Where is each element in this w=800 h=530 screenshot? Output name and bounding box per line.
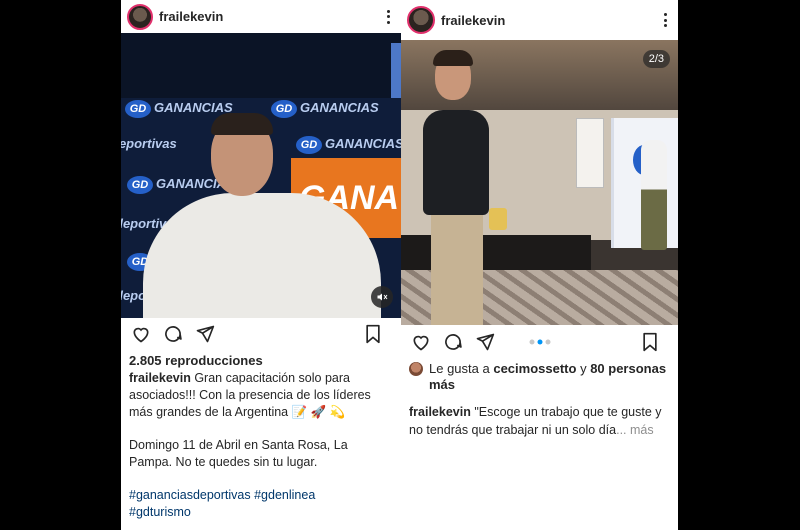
username[interactable]: frailekevin	[159, 9, 223, 24]
more-link[interactable]: ... más	[616, 423, 654, 437]
screen	[576, 118, 604, 188]
post-header: frailekevin	[121, 0, 401, 33]
action-bar	[121, 318, 401, 350]
hashtag-link[interactable]: #gananciasdeportivas	[129, 488, 251, 502]
chair	[489, 208, 507, 230]
action-bar	[401, 325, 678, 359]
carousel-dot-active	[537, 339, 542, 345]
heart-icon[interactable]	[409, 330, 433, 354]
hashtag-link[interactable]: #gdenlinea	[254, 488, 315, 502]
avatar[interactable]	[407, 6, 435, 34]
slide-counter: 2/3	[642, 50, 670, 68]
liked-user[interactable]: cecimossetto	[493, 361, 576, 376]
comment-icon[interactable]	[441, 330, 465, 354]
speaker-body	[143, 193, 381, 318]
share-icon[interactable]	[473, 330, 497, 354]
caption-username[interactable]: frailekevin	[409, 405, 471, 419]
comment-icon[interactable]	[161, 322, 185, 346]
attendee	[641, 140, 667, 250]
carousel-dot	[529, 339, 534, 345]
liked-avatar	[409, 362, 423, 376]
liked-text: Le gusta a cecimossetto y 80 personas má…	[429, 361, 667, 392]
post-video[interactable]: GDGANANCIAS GDGANANCIAS deportivas GDGAN…	[121, 33, 401, 318]
caption-text-2: Domingo 11 de Abril en Santa Rosa, La Pa…	[129, 438, 348, 469]
bookmark-icon[interactable]	[361, 322, 385, 346]
avatar[interactable]	[127, 3, 153, 30]
more-options-icon[interactable]	[662, 13, 668, 27]
post-left: frailekevin GDGANANCIAS GDGANANCIAS depo…	[121, 0, 401, 530]
caption-username[interactable]: frailekevin	[129, 371, 191, 385]
speaker-hair	[211, 113, 273, 135]
view-count[interactable]: 2.805 reproducciones	[121, 350, 401, 368]
post-right: frailekevin 2/3 Le gusta a cecimossetto …	[401, 0, 678, 530]
liked-by[interactable]: Le gusta a cecimossetto y 80 personas má…	[401, 359, 678, 393]
bookmark-icon[interactable]	[638, 330, 662, 354]
share-icon[interactable]	[193, 322, 217, 346]
post-header: frailekevin	[401, 0, 678, 40]
speaker-legs	[431, 205, 483, 325]
speaker-hair	[433, 50, 473, 66]
username[interactable]: frailekevin	[441, 13, 505, 28]
carousel-dot	[545, 339, 550, 345]
hashtag-link[interactable]: #gdturismo	[129, 505, 191, 519]
caption: frailekevin Gran capacitación solo para …	[121, 368, 401, 521]
hashtags: #gananciasdeportivas #gdenlinea #gdturis…	[129, 487, 393, 521]
caption: frailekevin "Escoge un trabajo que te gu…	[401, 393, 678, 439]
post-photo[interactable]: 2/3	[401, 40, 678, 325]
heart-icon[interactable]	[129, 322, 153, 346]
mute-icon[interactable]	[371, 286, 393, 308]
speaker-torso	[423, 110, 489, 215]
carousel-indicator	[529, 339, 550, 345]
more-options-icon[interactable]	[385, 9, 391, 24]
